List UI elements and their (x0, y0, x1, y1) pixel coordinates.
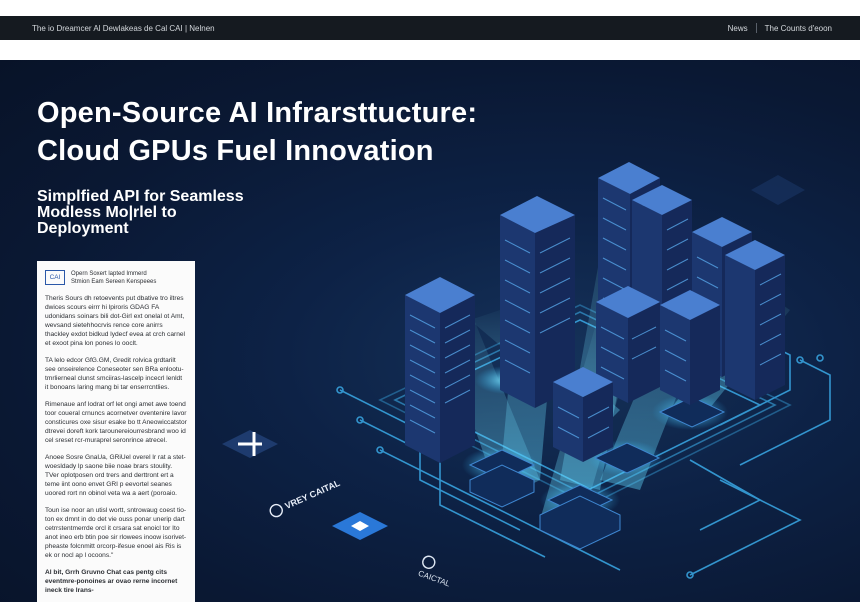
card-paragraph: Theris Sours dh retoevents put dbative t… (45, 295, 186, 347)
server-rack (405, 277, 475, 463)
hero-banner: VREY CAITAL CAICTAL Open-Source AI Infra… (0, 60, 860, 602)
card-paragraph: Al bit, Grrh Gruvno Chat cas pentg cits … (45, 569, 178, 594)
card-header-text: Opern Soxert lapted Immerd Stmion Eam Se… (71, 271, 157, 285)
capital-seal-icon: CAICTAL (417, 555, 452, 589)
site-tagline: The io Dreamcer Al Dewlakeas de Cal CAI … (32, 23, 215, 33)
cai-logo-icon: CAI (45, 270, 65, 285)
badge-text: CAICTAL (417, 569, 452, 589)
server-rack (660, 290, 720, 405)
network-node-icon (222, 430, 278, 458)
card-paragraph: Rimenaue anf lodrat orf let ongi amet aw… (45, 401, 187, 444)
server-rack (725, 240, 785, 400)
card-header: CAI Opern Soxert lapted Immerd Stmion Ea… (45, 270, 187, 286)
page-subtitle: Simplfied API for Seamless Modless Mo|rl… (37, 188, 244, 237)
badge-text: VREY CAITAL (283, 478, 342, 511)
diamond-logo-icon (332, 512, 388, 540)
card-paragraph: Toun ise noor an utisl wortt, sntrowaug … (45, 507, 187, 559)
divider (755, 23, 757, 33)
server-rack (500, 196, 575, 408)
news-link[interactable]: News (728, 24, 748, 33)
page-title: Open-Source AI Infrarsttucture: Cloud GP… (37, 97, 478, 167)
region-link[interactable]: The Counts d'eoon (765, 24, 832, 33)
article-card: CAI Opern Soxert lapted Immerd Stmion Ea… (37, 261, 195, 602)
server-rack (553, 367, 613, 462)
card-paragraph: TA lelo edcor GfG.GM, Gredit rolvica grd… (45, 357, 184, 391)
card-paragraph: Anoee Sosre GnaUa, GRiUel overel lr rat … (45, 454, 186, 497)
decor-diamond (751, 175, 805, 205)
top-bar: The io Dreamcer Al Dewlakeas de Cal CAI … (0, 16, 860, 40)
cloud-capital-logo-icon: VREY CAITAL (269, 478, 342, 518)
top-bar-right: News The Counts d'eoon (728, 23, 832, 33)
